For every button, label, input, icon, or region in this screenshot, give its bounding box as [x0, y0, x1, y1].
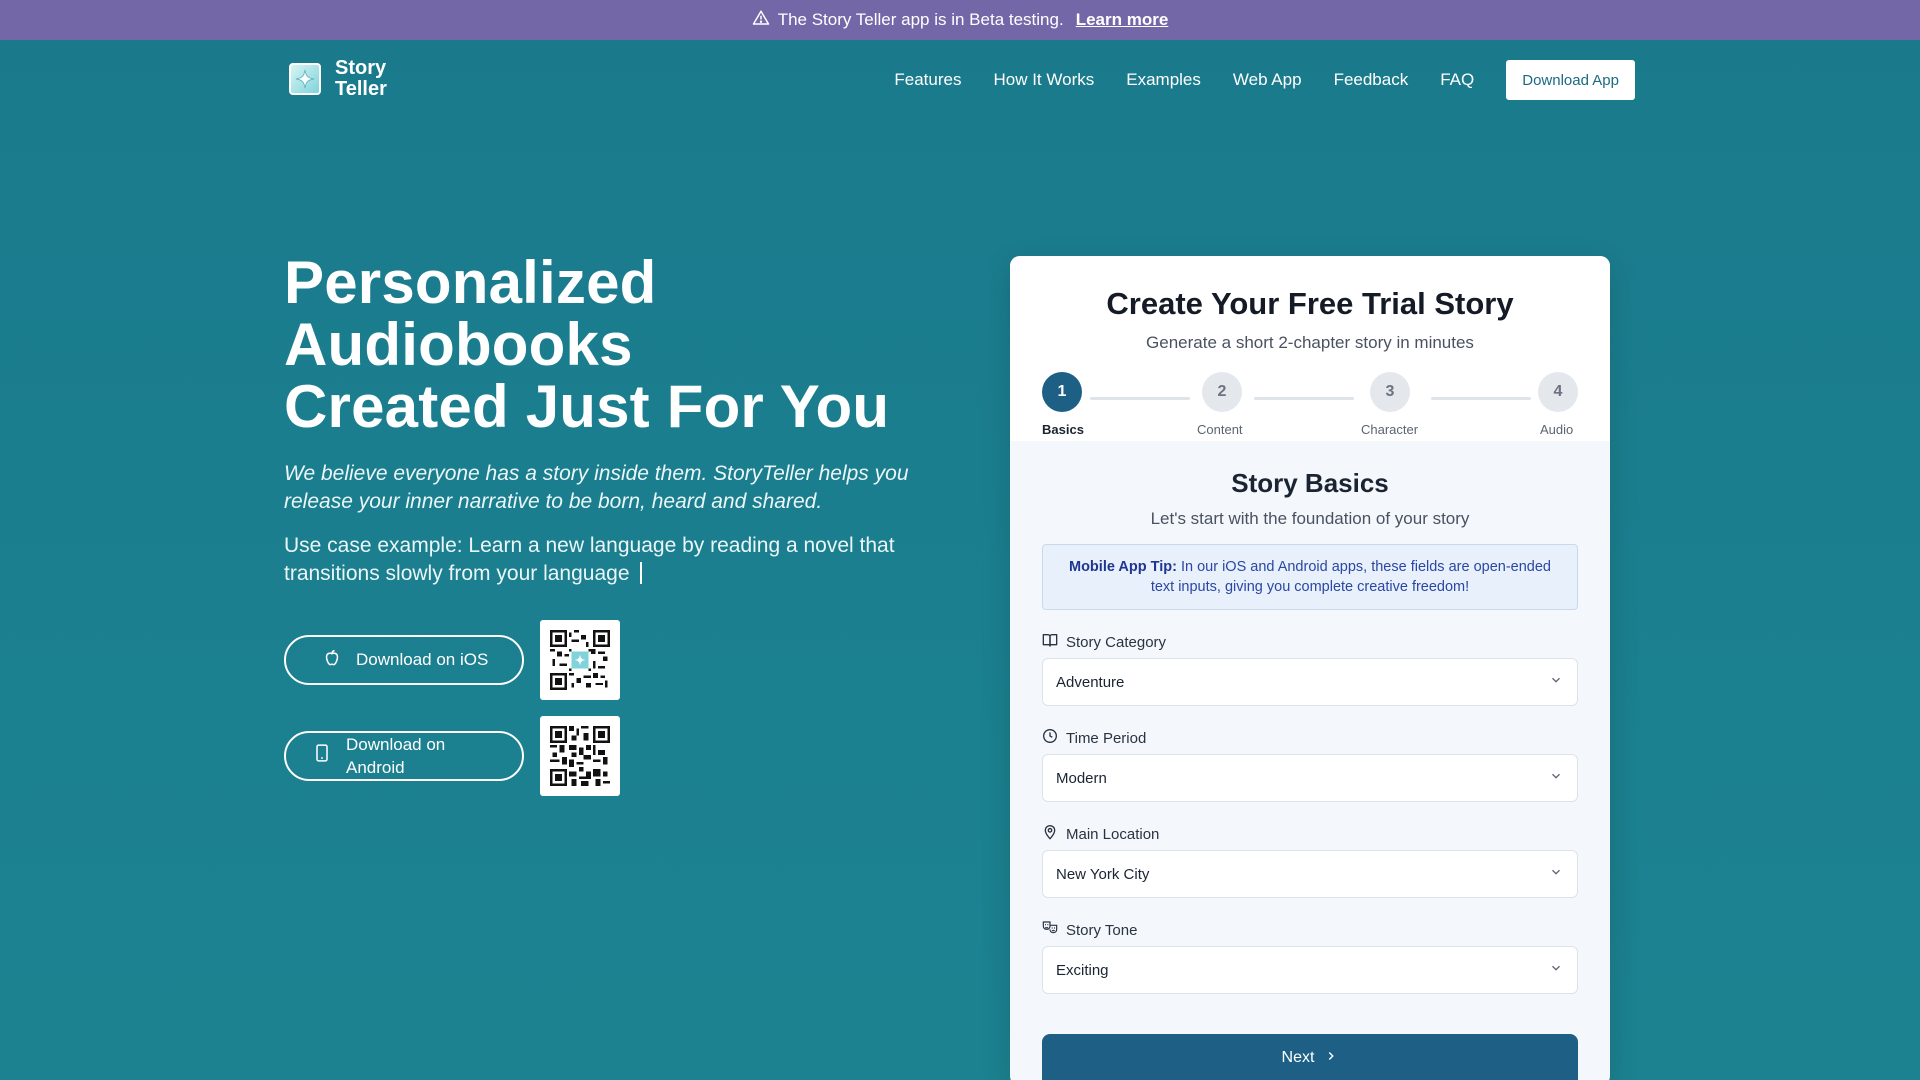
step-2-label: Content: [1197, 422, 1243, 437]
nav-links: Features How It Works Examples Web App F…: [894, 60, 1635, 100]
logo-line-2: Teller: [335, 78, 387, 100]
logo-line-1: Story: [335, 57, 387, 79]
logo-text: Story Teller: [335, 58, 387, 100]
main-location-select[interactable]: New York City: [1042, 850, 1578, 898]
card-subtitle: Generate a short 2-chapter story in minu…: [1146, 333, 1474, 352]
story-category-value: Adventure: [1056, 673, 1125, 691]
download-ios-button[interactable]: Download on iOS: [284, 635, 524, 685]
beta-banner: The Story Teller app is in Beta testing.…: [0, 0, 1920, 40]
logo-sparkle-icon: [289, 63, 321, 95]
step-3-indicator[interactable]: 3: [1370, 372, 1410, 412]
hero-title-line-2: Audiobooks: [284, 311, 633, 378]
main-location-label: Main Location: [1042, 824, 1159, 844]
next-button-label: Next: [1281, 1049, 1315, 1066]
chevron-down-icon: [1549, 961, 1563, 979]
time-period-label-text: Time Period: [1066, 729, 1147, 747]
section-title: Story Basics: [1231, 468, 1389, 498]
step-2-indicator[interactable]: 2: [1202, 372, 1242, 412]
time-period-select[interactable]: Modern: [1042, 754, 1578, 802]
step-4-label: Audio: [1540, 422, 1574, 437]
step-1-label: Basics: [1042, 422, 1084, 437]
story-tone-label-text: Story Tone: [1066, 921, 1138, 939]
hero-title: Personalized Audiobooks Created Just For…: [284, 252, 984, 438]
hero-title-line-1: Personalized: [284, 249, 657, 316]
nav-link-web-app[interactable]: Web App: [1233, 70, 1302, 90]
android-label-line-2: Android: [346, 758, 405, 777]
android-label-line-1: Download on: [346, 735, 446, 754]
tip-text: In our iOS and Android apps, these field…: [1150, 559, 1551, 595]
chevron-down-icon: [1549, 865, 1563, 883]
nav-link-faq[interactable]: FAQ: [1440, 70, 1474, 90]
chevron-down-icon: [1549, 769, 1563, 787]
top-nav: Story Teller Features How It Works Examp…: [0, 40, 1920, 120]
hero-tagline: We believe everyone has a story inside t…: [284, 462, 909, 513]
mobile-app-tip: Mobile App Tip: In our iOS and Android a…: [1042, 544, 1578, 610]
card-title: Create Your Free Trial Story: [1106, 286, 1514, 321]
use-case-text: Use case example: Learn a new language b…: [284, 534, 895, 585]
book-icon: [1042, 632, 1058, 652]
step-4-indicator[interactable]: 4: [1538, 372, 1578, 412]
download-android-button[interactable]: Download on Android: [284, 731, 524, 781]
tip-label: Mobile App Tip:: [1069, 559, 1177, 575]
apple-icon: [322, 648, 342, 673]
hero-use-case: Use case example: Learn a new language b…: [284, 532, 944, 588]
next-button[interactable]: Next: [1042, 1034, 1578, 1080]
story-category-label-text: Story Category: [1066, 633, 1167, 651]
theater-masks-icon: [1042, 920, 1058, 940]
ios-qr-code: [540, 620, 620, 700]
story-category-label: Story Category: [1042, 632, 1166, 652]
main-location-label-text: Main Location: [1066, 825, 1160, 843]
ios-button-label: Download on iOS: [356, 650, 489, 669]
nav-link-how-it-works[interactable]: How It Works: [993, 70, 1094, 90]
main-location-value: New York City: [1056, 865, 1150, 883]
banner-text: The Story Teller app is in Beta testing.: [777, 10, 1064, 29]
chevron-down-icon: [1549, 673, 1563, 691]
android-qr-code: [540, 716, 620, 796]
story-tone-value: Exciting: [1056, 961, 1109, 979]
trial-story-card: Create Your Free Trial Story Generate a …: [1010, 256, 1610, 1080]
typing-caret: [639, 562, 642, 584]
hero-title-line-3: Created Just For You: [284, 373, 890, 440]
warning-triangle-icon: [752, 9, 770, 32]
time-period-label: Time Period: [1042, 728, 1146, 748]
progress-stepper: 1 Basics 2 Content 3 Character 4 Audio: [1010, 372, 1610, 442]
map-pin-icon: [1042, 824, 1058, 844]
story-category-select[interactable]: Adventure: [1042, 658, 1578, 706]
story-tone-select[interactable]: Exciting: [1042, 946, 1578, 994]
step-connector: [1431, 397, 1531, 400]
android-button-label: Download on Android: [346, 733, 445, 779]
step-3-label: Character: [1361, 422, 1419, 437]
phone-icon: [312, 743, 332, 769]
nav-link-features[interactable]: Features: [894, 70, 961, 90]
download-app-button[interactable]: Download App: [1506, 60, 1635, 100]
step-1-indicator[interactable]: 1: [1042, 372, 1082, 412]
logo[interactable]: Story Teller: [289, 58, 387, 100]
nav-link-examples[interactable]: Examples: [1126, 70, 1201, 90]
story-tone-label: Story Tone: [1042, 920, 1137, 940]
step-connector: [1254, 397, 1354, 400]
section-subtitle: Let's start with the foundation of your …: [1150, 509, 1470, 528]
chevron-right-icon: [1324, 1049, 1338, 1068]
learn-more-link[interactable]: Learn more: [1076, 10, 1169, 30]
time-period-value: Modern: [1056, 769, 1107, 787]
step-connector: [1090, 397, 1190, 400]
clock-icon: [1042, 728, 1058, 748]
nav-link-feedback[interactable]: Feedback: [1334, 70, 1409, 90]
